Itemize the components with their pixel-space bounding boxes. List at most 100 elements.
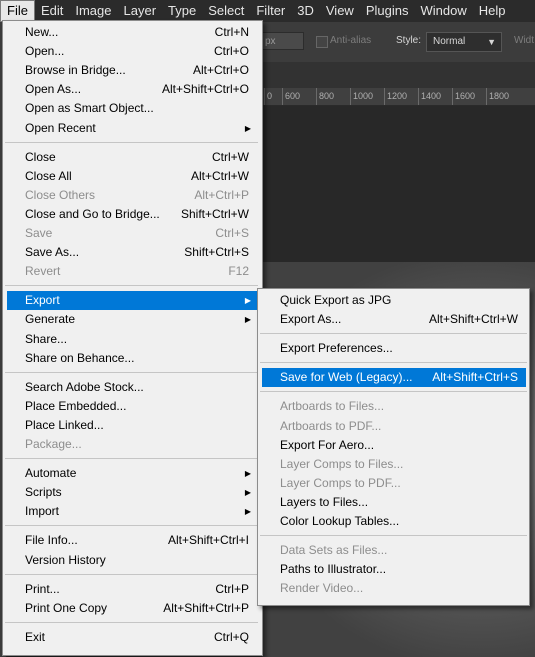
- menu-item-share-on-behance[interactable]: Share on Behance...: [7, 349, 257, 368]
- menu-item-label: Close Others: [25, 187, 96, 202]
- menu-item-shortcut: Ctrl+Q: [213, 629, 249, 644]
- menu-item-shortcut: Alt+Ctrl+O: [192, 63, 249, 78]
- menubar-item-window[interactable]: Window: [414, 0, 472, 22]
- ruler-tick-label: 1200: [384, 88, 407, 105]
- menu-item-open-recent[interactable]: Open Recent ▶: [7, 119, 257, 138]
- menu-item-print[interactable]: Print... Ctrl+P: [7, 580, 257, 599]
- menu-item-export-as[interactable]: Export As... Alt+Shift+Ctrl+W: [262, 310, 526, 329]
- menu-item-shortcut: Ctrl+W: [212, 149, 249, 164]
- menu-separator: [260, 362, 527, 364]
- menu-item-version-history[interactable]: Version History: [7, 551, 257, 570]
- menu-item-place-linked[interactable]: Place Linked...: [7, 416, 257, 435]
- menu-item-open-as[interactable]: Open As... Alt+Shift+Ctrl+O: [7, 80, 257, 99]
- menubar-item-file[interactable]: File: [0, 0, 35, 22]
- menu-item-close[interactable]: Close Ctrl+W: [7, 148, 257, 167]
- menu-item-close-all[interactable]: Close All Alt+Ctrl+W: [7, 167, 257, 186]
- menu-item-label: Layer Comps to Files...: [280, 456, 404, 471]
- ruler-tick-label: 0: [264, 88, 272, 105]
- menu-item-share[interactable]: Share...: [7, 330, 257, 349]
- menu-separator: [5, 458, 258, 460]
- menubar-item-help[interactable]: Help: [473, 0, 512, 22]
- menu-separator: [260, 535, 527, 537]
- ruler-tick-label: 800: [316, 88, 334, 105]
- menu-item-print-one-copy[interactable]: Print One Copy Alt+Shift+Ctrl+P: [7, 599, 257, 618]
- menubar-item-view[interactable]: View: [320, 0, 360, 22]
- menu-item-open[interactable]: Open... Ctrl+O: [7, 42, 257, 61]
- menu-item-shortcut: Alt+Shift+Ctrl+S: [432, 370, 518, 385]
- menu-item-label: Share...: [25, 331, 68, 346]
- menu-item-label: Save: [25, 226, 53, 240]
- menu-item-layer-comps-to-pdf: Layer Comps to PDF...: [262, 474, 526, 493]
- menu-item-place-embedded[interactable]: Place Embedded...: [7, 397, 257, 416]
- menu-item-color-lookup-tables[interactable]: Color Lookup Tables...: [262, 512, 526, 531]
- menu-item-scripts[interactable]: Scripts ▶: [7, 483, 257, 502]
- menu-item-label: Print One Copy: [25, 600, 108, 615]
- menu-item-label: Artboards to PDF...: [280, 418, 382, 433]
- menu-separator: [5, 141, 258, 143]
- ruler-tick-label: 1400: [418, 88, 441, 105]
- menubar-item-type[interactable]: Type: [162, 0, 202, 22]
- menu-item-import[interactable]: Import ▶: [7, 502, 257, 521]
- menu-item-label: Search Adobe Stock...: [25, 379, 144, 394]
- menu-item-revert: Revert F12: [7, 262, 257, 281]
- menu-item-browse-in-bridge[interactable]: Browse in Bridge... Alt+Ctrl+O: [7, 61, 257, 80]
- menu-item-label: Render Video...: [280, 581, 364, 596]
- style-select[interactable]: Normal ▼: [426, 32, 502, 52]
- menu-item-search-adobe-stock[interactable]: Search Adobe Stock...: [7, 378, 257, 397]
- menu-item-shortcut: Ctrl+O: [213, 44, 249, 59]
- menu-item-save-as[interactable]: Save As... Shift+Ctrl+S: [7, 243, 257, 262]
- menubar-item-select[interactable]: Select: [202, 0, 250, 22]
- menu-item-automate[interactable]: Automate ▶: [7, 464, 257, 483]
- menu-item-layer-comps-to-files: Layer Comps to Files...: [262, 455, 526, 474]
- menu-item-label: File Info...: [25, 533, 78, 548]
- menu-item-label: Open As...: [25, 82, 82, 97]
- menu-item-export[interactable]: Export ▶: [7, 291, 257, 311]
- menubar-item-3d[interactable]: 3D: [291, 0, 320, 22]
- menu-item-shortcut: F12: [228, 264, 249, 279]
- menu-separator: [5, 621, 258, 623]
- menu-item-save: Save Ctrl+S: [7, 224, 257, 243]
- menu-item-new[interactable]: New... Ctrl+N: [7, 23, 257, 42]
- style-label: Style:: [396, 35, 422, 46]
- menu-item-shortcut: Shift+Ctrl+W: [180, 206, 249, 221]
- menu-item-label: Artboards to Files...: [280, 399, 385, 414]
- menu-item-quick-export-as-jpg[interactable]: Quick Export as JPG: [262, 291, 526, 310]
- menubar-item-layer[interactable]: Layer: [118, 0, 163, 22]
- menu-item-data-sets-as-files: Data Sets as Files...: [262, 541, 526, 560]
- menu-item-label: Data Sets as Files...: [280, 543, 388, 558]
- menu-item-open-as-smart-object[interactable]: Open as Smart Object...: [7, 99, 257, 118]
- menu-item-label: Save for Web (Legacy)...: [280, 370, 413, 385]
- menu-item-label: Automate: [25, 466, 77, 481]
- menubar-item-filter[interactable]: Filter: [250, 0, 291, 22]
- submenu-arrow-icon: ▶: [244, 315, 251, 325]
- menu-separator: [260, 391, 527, 393]
- menu-item-export-for-aero[interactable]: Export For Aero...: [262, 436, 526, 455]
- menu-item-label: Package...: [25, 437, 82, 451]
- menu-item-file-info[interactable]: File Info... Alt+Shift+Ctrl+I: [7, 531, 257, 550]
- menu-item-label: Export For Aero...: [280, 437, 375, 452]
- menu-item-close-and-go-to-bridge[interactable]: Close and Go to Bridge... Shift+Ctrl+W: [7, 205, 257, 224]
- menu-item-layers-to-files[interactable]: Layers to Files...: [262, 493, 526, 512]
- menu-item-shortcut: Alt+Shift+Ctrl+O: [161, 82, 249, 97]
- menu-item-label: Exit: [25, 629, 46, 644]
- menubar-item-plugins[interactable]: Plugins: [360, 0, 415, 22]
- menu-item-exit[interactable]: Exit Ctrl+Q: [7, 628, 257, 647]
- menu-item-generate[interactable]: Generate ▶: [7, 310, 257, 329]
- menu-separator: [5, 371, 258, 373]
- menubar-item-image[interactable]: Image: [69, 0, 117, 22]
- menu-item-label: Quick Export as JPG: [280, 293, 392, 307]
- menu-item-paths-to-illustrator[interactable]: Paths to Illustrator...: [262, 560, 526, 579]
- menu-item-artboards-to-pdf: Artboards to PDF...: [262, 417, 526, 436]
- menubar-item-edit[interactable]: Edit: [35, 0, 69, 22]
- menu-bar: File Edit Image Layer Type Select Filter 3D View…: [0, 0, 535, 22]
- size-field[interactable]: px: [262, 32, 304, 50]
- menu-item-export-preferences[interactable]: Export Preferences...: [262, 339, 526, 358]
- anti-alias-checkbox[interactable]: [316, 36, 328, 48]
- menu-item-label: Open as Smart Object...: [25, 101, 154, 116]
- menu-separator: [5, 525, 258, 527]
- menu-item-label: Close All: [25, 168, 72, 183]
- menu-item-label: Open...: [25, 44, 65, 59]
- menu-item-label: Layer Comps to PDF...: [280, 475, 401, 490]
- menu-item-label: Place Embedded...: [25, 398, 127, 413]
- menu-item-save-for-web-legacy[interactable]: Save for Web (Legacy)... Alt+Shift+Ctrl+S: [262, 368, 526, 388]
